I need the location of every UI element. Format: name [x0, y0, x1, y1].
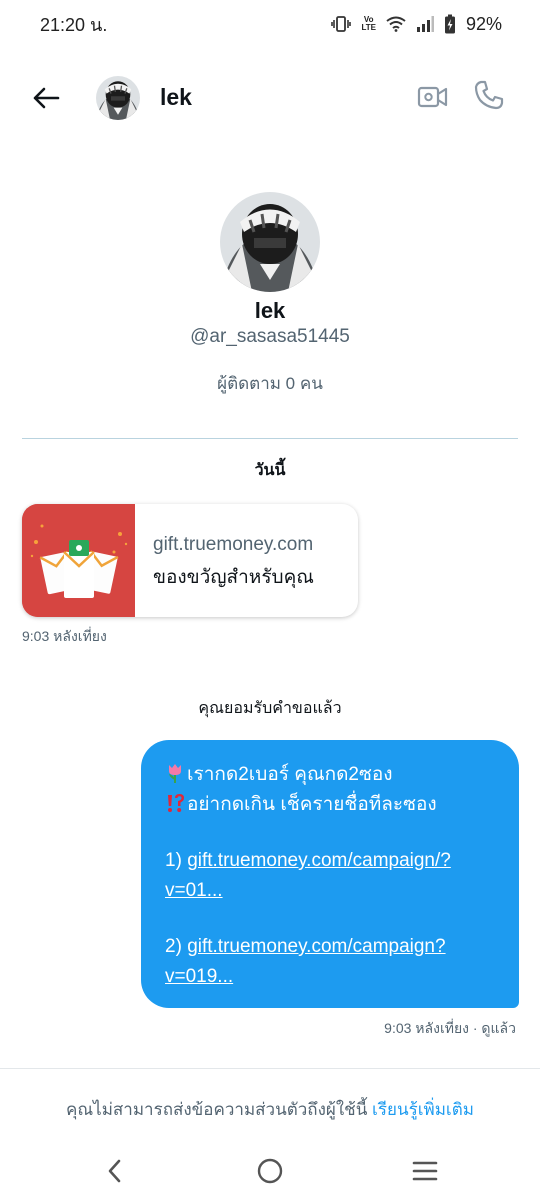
vibrate-icon	[331, 16, 352, 32]
message-link-2-line: 2) gift.truemoney.com/campaign?	[165, 932, 495, 962]
exclamation-question-icon	[168, 794, 184, 812]
gift-link-card[interactable]: gift.truemoney.com ของขวัญสำหรับคุณ	[22, 504, 358, 617]
battery-percent: 92%	[465, 13, 502, 34]
signal-icon	[416, 16, 434, 32]
system-nav-bar	[0, 1140, 540, 1200]
gift-card-title: ของขวัญสำหรับคุณ	[153, 567, 314, 588]
volte-icon: Vo LTE	[361, 16, 376, 32]
volte-bottom-text: LTE	[361, 23, 376, 32]
gift-card-domain: gift.truemoney.com	[153, 534, 314, 555]
message-gap-2	[165, 906, 495, 932]
nav-home-button[interactable]	[253, 1154, 287, 1188]
bottom-divider	[0, 1068, 540, 1069]
link-2-prefix: 2)	[165, 936, 188, 957]
phone-icon	[474, 80, 504, 110]
back-arrow-icon	[33, 87, 60, 109]
profile-divider	[22, 438, 518, 439]
status-icons: Vo LTE 92%	[331, 14, 502, 35]
sent-message-time: 9:03 หลังเที่ยง · ดูแล้ว	[384, 1020, 516, 1036]
video-call-icon	[417, 86, 448, 108]
message-text-line-1: เรากด2เบอร์ คุณกด2ซอง	[187, 764, 393, 785]
conversation-header: lek	[0, 60, 540, 134]
request-accepted-note: คุณยอมรับคำขอแล้ว	[198, 700, 342, 717]
gift-card-thumbnail	[22, 504, 135, 617]
learn-more-link[interactable]: เรียนรู้เพิ่มเติม	[372, 1100, 474, 1119]
message-text-line-2: อย่ากดเกิน เช็ครายชื่อทีละซอง	[187, 794, 437, 815]
profile-handle: @ar_sasasa51445	[190, 326, 350, 347]
header-username[interactable]: lek	[160, 84, 192, 111]
message-link-1-cont: v=01...	[165, 876, 495, 906]
nav-home-icon	[257, 1158, 283, 1184]
notice-text: คุณไม่สามารถส่งข้อความส่วนตัวถึงผู้ใช้นี…	[66, 1100, 373, 1119]
nav-recents-button[interactable]	[408, 1154, 442, 1188]
status-bar: 21:20 น. Vo LTE 92%	[0, 0, 540, 48]
wifi-icon	[386, 16, 406, 32]
nav-back-button[interactable]	[98, 1154, 132, 1188]
message-link-2-cont: v=019...	[165, 962, 495, 992]
campaign-link-1-cont[interactable]: v=01...	[165, 880, 223, 901]
message-line-2: อย่ากดเกิน เช็ครายชื่อทีละซอง	[165, 790, 495, 820]
tulip-icon	[169, 764, 181, 783]
sent-message-bubble[interactable]: เรากด2เบอร์ คุณกด2ซอง อย่ากดเกิน เช็คราย…	[141, 740, 519, 1008]
profile-followers: ผู้ติดตาม 0 คน	[217, 374, 323, 393]
nav-back-icon	[108, 1159, 121, 1183]
profile-avatar[interactable]	[220, 192, 320, 292]
gift-envelopes-icon	[22, 504, 135, 617]
message-gap	[165, 820, 495, 846]
avatar-image	[96, 76, 140, 120]
campaign-link-1[interactable]: gift.truemoney.com/campaign/?	[187, 850, 451, 871]
header-avatar[interactable]	[96, 76, 140, 120]
day-separator: วันนี้	[254, 462, 286, 479]
voice-call-button[interactable]	[472, 78, 506, 112]
status-time: 21:20 น.	[40, 14, 108, 35]
cannot-message-notice: คุณไม่สามารถส่งข้อความส่วนตัวถึงผู้ใช้นี…	[0, 1096, 540, 1123]
video-call-button[interactable]	[416, 80, 450, 114]
message-link-1-line: 1) gift.truemoney.com/campaign/?	[165, 846, 495, 876]
profile-name: lek	[254, 298, 286, 323]
link-1-prefix: 1)	[165, 850, 188, 871]
gift-card-text: gift.truemoney.com ของขวัญสำหรับคุณ	[135, 504, 314, 617]
campaign-link-2[interactable]: gift.truemoney.com/campaign?	[187, 936, 445, 957]
message-line-1: เรากด2เบอร์ คุณกด2ซอง	[165, 760, 495, 790]
nav-recents-icon	[412, 1161, 438, 1181]
profile-avatar-image	[220, 192, 320, 292]
battery-charging-icon	[444, 14, 455, 34]
received-message-time: 9:03 หลังเที่ยง	[22, 628, 107, 644]
back-button[interactable]	[28, 80, 64, 116]
campaign-link-2-cont[interactable]: v=019...	[165, 966, 233, 987]
